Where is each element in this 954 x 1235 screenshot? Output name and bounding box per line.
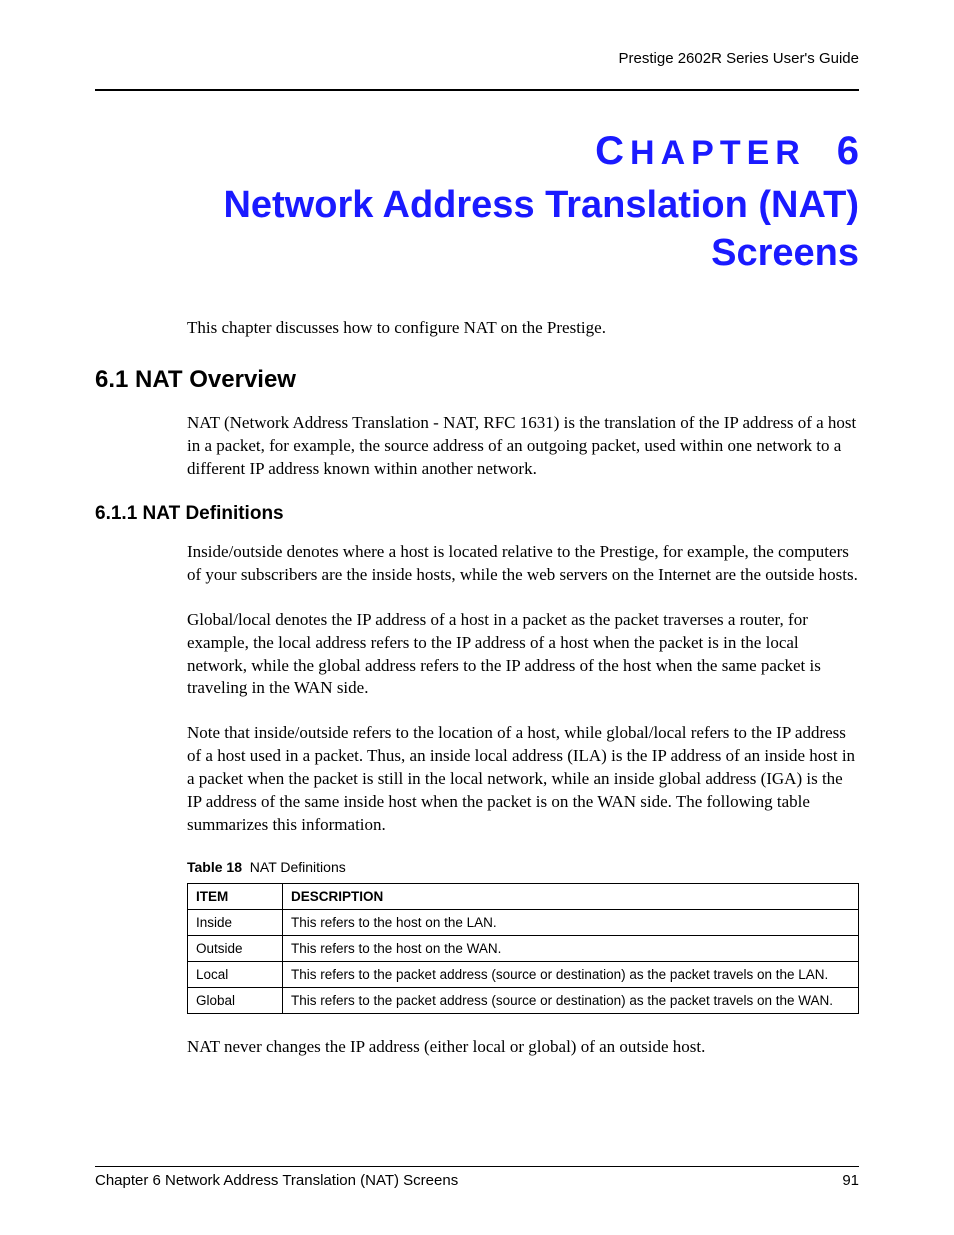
chapter-title: Network Address Translation (NAT) Screen…: [95, 182, 859, 277]
heading-6-1: 6.1 NAT Overview: [95, 366, 859, 394]
table-cell-desc: This refers to the host on the WAN.: [283, 936, 859, 962]
table-row: Local This refers to the packet address …: [188, 962, 859, 988]
table-cell-desc: This refers to the packet address (sourc…: [283, 962, 859, 988]
chapter-number: 6: [837, 129, 859, 173]
para-after-table: NAT never changes the IP address (either…: [187, 1036, 859, 1059]
header-rule: [95, 69, 859, 91]
table-header-row: ITEM DESCRIPTION: [188, 884, 859, 910]
table-row: Outside This refers to the host on the W…: [188, 936, 859, 962]
page: Prestige 2602R Series User's Guide CHAPT…: [0, 0, 954, 1235]
table-caption-text: NAT Definitions: [250, 859, 346, 875]
table-cell-desc: This refers to the packet address (sourc…: [283, 988, 859, 1014]
footer-rule: [95, 1166, 859, 1168]
para-6-1-1: NAT (Network Address Translation - NAT, …: [187, 412, 859, 481]
footer-chapter-title: Chapter 6 Network Address Translation (N…: [95, 1172, 458, 1189]
table-caption-label: Table 18: [187, 859, 242, 875]
intro-paragraph: This chapter discusses how to configure …: [187, 317, 859, 340]
para-6-1-1-a: Inside/outside denotes where a host is l…: [187, 541, 859, 587]
para-6-1-1-c: Note that inside/outside refers to the l…: [187, 722, 859, 837]
heading-6-1-1: 6.1.1 NAT Definitions: [95, 503, 859, 525]
nat-definitions-table: ITEM DESCRIPTION Inside This refers to t…: [187, 883, 859, 1014]
para-6-1-1-b: Global/local denotes the IP address of a…: [187, 609, 859, 701]
table-cell-item: Outside: [188, 936, 283, 962]
chapter-label-rest: HAPTER: [630, 134, 806, 172]
table-cell-item: Global: [188, 988, 283, 1014]
table-header-description: DESCRIPTION: [283, 884, 859, 910]
chapter-label: CHAPTER 6: [95, 129, 859, 174]
table-cell-item: Inside: [188, 910, 283, 936]
table-header-item: ITEM: [188, 884, 283, 910]
header-guide-title: Prestige 2602R Series User's Guide: [95, 50, 859, 67]
footer: Chapter 6 Network Address Translation (N…: [95, 1166, 859, 1189]
table-cell-item: Local: [188, 962, 283, 988]
footer-page-number: 91: [842, 1172, 859, 1189]
table-row: Global This refers to the packet address…: [188, 988, 859, 1014]
chapter-label-prefix: C: [595, 129, 630, 173]
table-cell-desc: This refers to the host on the LAN.: [283, 910, 859, 936]
table-row: Inside This refers to the host on the LA…: [188, 910, 859, 936]
table-caption: Table 18 NAT Definitions: [187, 859, 859, 875]
